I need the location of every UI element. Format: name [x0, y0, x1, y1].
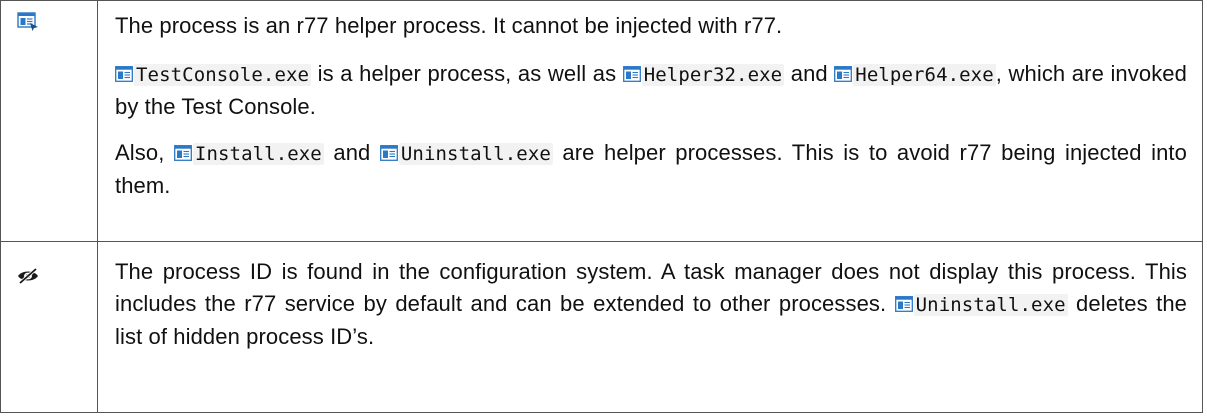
executable-file-icon [894, 289, 913, 312]
description-text: and [784, 61, 835, 86]
legend-table: The process is an r77 helper process. It… [0, 0, 1203, 413]
description-text: and [323, 140, 380, 165]
row-1-description: The process is an r77 helper process. It… [98, 1, 1202, 242]
executable-file-icon [834, 59, 853, 82]
file-name: Uninstall.exe [913, 294, 1068, 316]
description-paragraph: The process ID is found in the configura… [115, 256, 1187, 353]
file-name: Install.exe [192, 143, 324, 165]
file-name: TestConsole.exe [134, 64, 312, 86]
executable-file-icon [115, 59, 133, 82]
description-text: is a helper process, as well as [311, 61, 623, 86]
executable-file-icon [173, 138, 192, 161]
description-paragraph: TestConsole.exe is a helper process, as … [115, 58, 1187, 123]
description-text: Also, [115, 140, 174, 165]
description-paragraph: The process is an r77 helper process. It… [115, 10, 1187, 42]
description-paragraph: Also, Install.exe and Uninstall.exe are … [115, 137, 1187, 202]
file-name: Helper64.exe [853, 64, 996, 86]
file-name: Helper32.exe [641, 64, 785, 86]
row-1-icon-cell [1, 1, 98, 242]
description-text: The process is an r77 helper process. It… [115, 13, 783, 38]
file-name: Uninstall.exe [398, 143, 553, 165]
executable-file-icon [622, 59, 641, 82]
hidden-eye-icon [17, 267, 39, 289]
helper-process-icon [17, 11, 39, 36]
row-2-description: The process ID is found in the configura… [98, 242, 1202, 412]
row-2-icon-cell [1, 242, 98, 412]
executable-file-icon [379, 138, 398, 161]
